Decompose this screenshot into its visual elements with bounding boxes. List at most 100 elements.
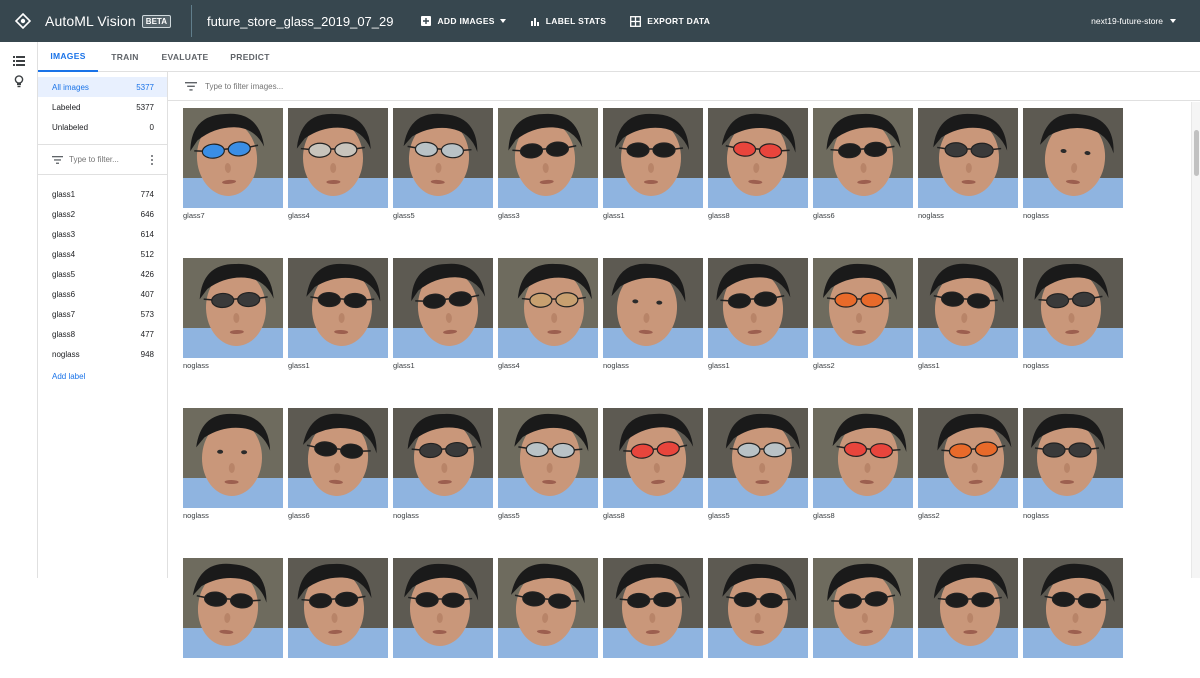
image-thumbnail (393, 408, 493, 508)
image-filter-input[interactable] (205, 81, 405, 91)
image-thumbnail (498, 558, 598, 658)
image-thumbnail (813, 258, 913, 358)
label-row-glass8[interactable]: glass8 477 (38, 324, 167, 344)
scrollbar-thumb[interactable] (1194, 130, 1199, 176)
image-tile[interactable] (603, 558, 703, 678)
image-tile[interactable] (183, 558, 283, 678)
image-tile[interactable]: glass7 (183, 108, 283, 228)
filter-count: 0 (149, 122, 154, 132)
left-rail (0, 42, 38, 578)
label-name: glass6 (52, 289, 76, 299)
image-tile[interactable]: glass5 (393, 108, 493, 228)
image-tile[interactable] (813, 558, 913, 678)
image-thumbnail (918, 558, 1018, 658)
tab-label: PREDICT (230, 52, 270, 62)
image-tile[interactable]: noglass (603, 258, 703, 378)
label-row-glass4[interactable]: glass4 512 (38, 244, 167, 264)
image-tile[interactable]: noglass (183, 258, 283, 378)
label-row-glass1[interactable]: glass1 774 (38, 184, 167, 204)
filter-labeled[interactable]: Labeled 5377 (38, 97, 167, 117)
label-name: glass7 (52, 309, 76, 319)
image-tile[interactable]: glass8 (603, 408, 703, 528)
image-tile[interactable]: glass2 (918, 408, 1018, 528)
label-count: 774 (140, 189, 154, 199)
tab-evaluate[interactable]: EVALUATE (152, 42, 218, 72)
image-tile[interactable]: glass5 (498, 408, 598, 528)
label-row-glass7[interactable]: glass7 573 (38, 304, 167, 324)
image-tile[interactable]: glass5 (708, 408, 808, 528)
filter-icon (52, 155, 63, 164)
automl-logo-icon[interactable] (15, 13, 31, 29)
image-tile[interactable]: glass1 (288, 258, 388, 378)
label-name: glass5 (52, 269, 76, 279)
label-row-glass2[interactable]: glass2 646 (38, 204, 167, 224)
image-thumbnail (288, 558, 388, 658)
image-caption: noglass (183, 511, 209, 520)
label-stats-button[interactable]: LABEL STATS (530, 16, 606, 26)
tab-bar: IMAGES TRAIN EVALUATE PREDICT (38, 42, 1200, 72)
label-row-glass5[interactable]: glass5 426 (38, 264, 167, 284)
export-data-button[interactable]: EXPORT DATA (630, 15, 710, 27)
label-row-glass3[interactable]: glass3 614 (38, 224, 167, 244)
image-tile[interactable]: glass8 (708, 108, 808, 228)
image-tile[interactable] (393, 558, 493, 678)
image-thumbnail (183, 558, 283, 658)
image-tile[interactable] (288, 558, 388, 678)
image-tile[interactable]: glass2 (813, 258, 913, 378)
filter-icon (185, 81, 197, 91)
image-thumbnail (393, 258, 493, 358)
image-tile[interactable]: glass1 (918, 258, 1018, 378)
image-tile[interactable]: glass1 (393, 258, 493, 378)
lightbulb-icon[interactable] (11, 73, 27, 89)
image-tile[interactable] (1023, 558, 1123, 678)
image-tile[interactable]: noglass (1023, 258, 1123, 378)
image-tile[interactable]: glass8 (813, 408, 913, 528)
image-thumbnail (288, 108, 388, 208)
tab-predict[interactable]: PREDICT (218, 42, 282, 72)
add-label-link[interactable]: Add label (38, 368, 167, 384)
image-tile[interactable]: noglass (183, 408, 283, 528)
image-caption: glass1 (393, 361, 415, 370)
image-gallery: glass7 glass4 glass5 glass3 glass1 glass8 glas… (168, 72, 1200, 658)
image-tile[interactable] (708, 558, 808, 678)
image-tile[interactable]: noglass (1023, 108, 1123, 228)
add-images-label: ADD IMAGES (437, 16, 495, 26)
label-count: 948 (140, 349, 154, 359)
tab-label: EVALUATE (161, 52, 209, 62)
image-tile[interactable]: noglass (393, 408, 493, 528)
list-icon[interactable] (11, 53, 27, 69)
image-tile[interactable]: noglass (918, 108, 1018, 228)
image-caption: glass2 (918, 511, 940, 520)
app-title: AutoML Vision (45, 13, 136, 29)
image-caption: glass4 (288, 211, 310, 220)
image-tile[interactable]: glass1 (603, 108, 703, 228)
image-caption: noglass (1023, 361, 1049, 370)
image-caption: noglass (393, 511, 419, 520)
add-images-button[interactable]: ADD IMAGES (421, 16, 506, 26)
image-tile[interactable]: glass4 (498, 258, 598, 378)
image-tile[interactable]: glass6 (813, 108, 913, 228)
filter-unlabeled[interactable]: Unlabeled 0 (38, 117, 167, 137)
image-thumbnail (708, 258, 808, 358)
image-caption: noglass (1023, 511, 1049, 520)
tab-images[interactable]: IMAGES (38, 42, 98, 72)
more-vert-icon[interactable] (147, 154, 157, 166)
label-row-noglass[interactable]: noglass 948 (38, 344, 167, 364)
image-caption: glass5 (708, 511, 730, 520)
image-thumbnail (603, 408, 703, 508)
image-tile[interactable] (498, 558, 598, 678)
tab-train[interactable]: TRAIN (98, 42, 152, 72)
image-tile[interactable]: glass4 (288, 108, 388, 228)
image-caption: glass5 (498, 511, 520, 520)
label-row-glass6[interactable]: glass6 407 (38, 284, 167, 304)
beta-badge: BETA (141, 14, 171, 28)
image-tile[interactable]: glass1 (708, 258, 808, 378)
image-tile[interactable]: glass6 (288, 408, 388, 528)
image-tile[interactable] (918, 558, 1018, 678)
scrollbar[interactable] (1191, 102, 1200, 578)
project-selector[interactable]: next19-future-store (1091, 16, 1176, 26)
image-tile[interactable]: glass3 (498, 108, 598, 228)
filter-all-images[interactable]: All images 5377 (38, 77, 167, 97)
label-filter-input[interactable] (69, 155, 139, 164)
image-tile[interactable]: noglass (1023, 408, 1123, 528)
